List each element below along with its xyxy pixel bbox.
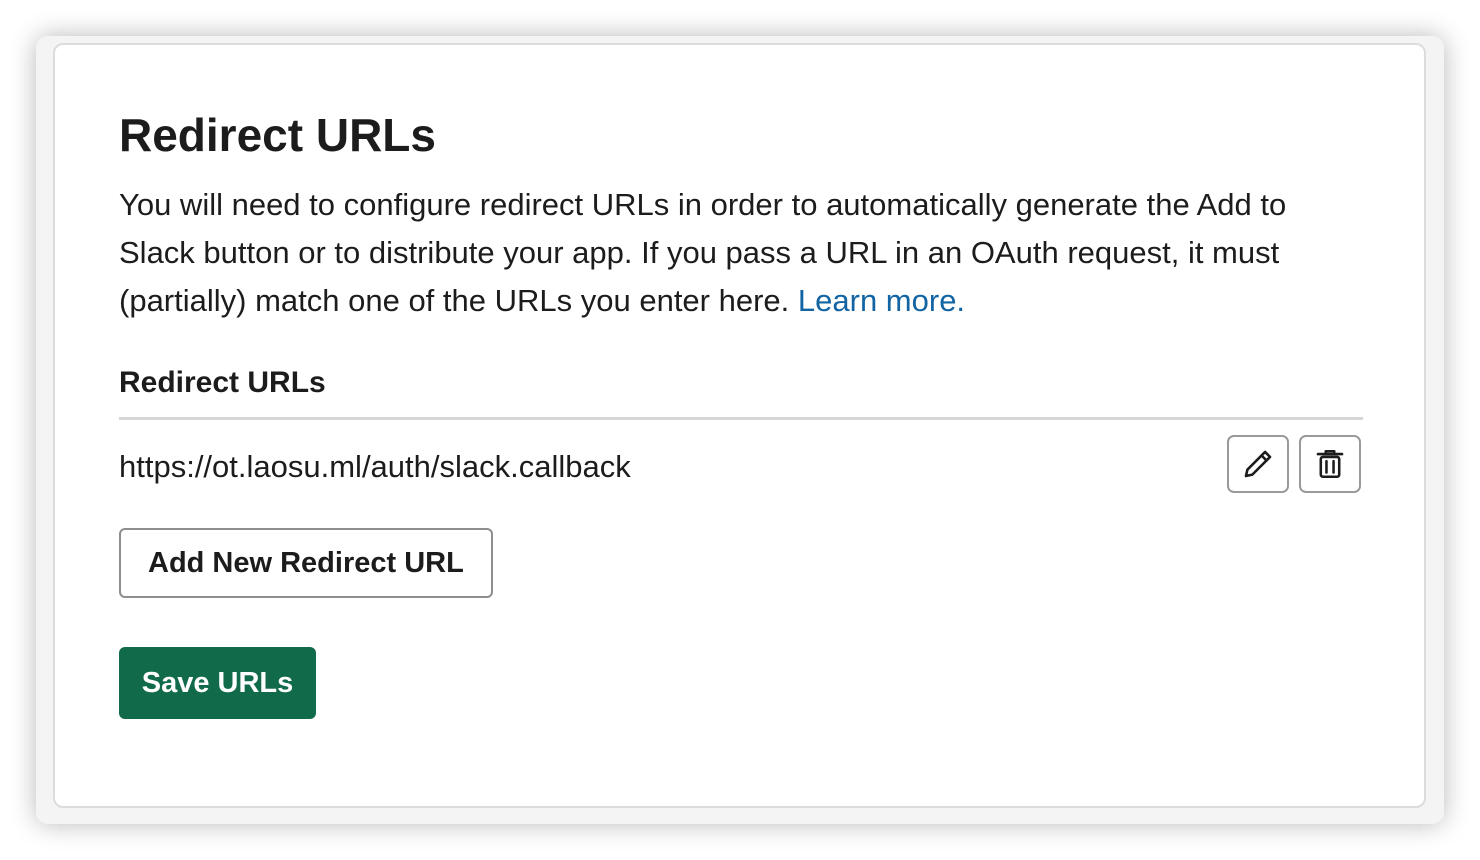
redirect-url-value: https://ot.laosu.ml/auth/slack.callback bbox=[119, 449, 631, 484]
redirect-url-row: https://ot.laosu.ml/auth/slack.callback bbox=[119, 435, 1364, 515]
section-divider bbox=[119, 417, 1363, 420]
section-description: You will need to configure redirect URLs… bbox=[119, 181, 1349, 325]
save-urls-button[interactable]: Save URLs bbox=[119, 647, 316, 719]
redirect-urls-card: Redirect URLs You will need to configure… bbox=[53, 43, 1426, 808]
delete-url-button[interactable] bbox=[1299, 435, 1361, 493]
learn-more-link[interactable]: Learn more. bbox=[798, 283, 965, 318]
trash-icon bbox=[1316, 449, 1344, 479]
add-redirect-url-button[interactable]: Add New Redirect URL bbox=[119, 528, 493, 598]
card-content: Redirect URLs You will need to configure… bbox=[119, 105, 1364, 719]
description-text: You will need to configure redirect URLs… bbox=[119, 187, 1287, 318]
pencil-icon bbox=[1244, 450, 1272, 478]
redirect-urls-label: Redirect URLs bbox=[119, 366, 326, 399]
page-title: Redirect URLs bbox=[119, 109, 436, 161]
edit-url-button[interactable] bbox=[1227, 435, 1289, 493]
